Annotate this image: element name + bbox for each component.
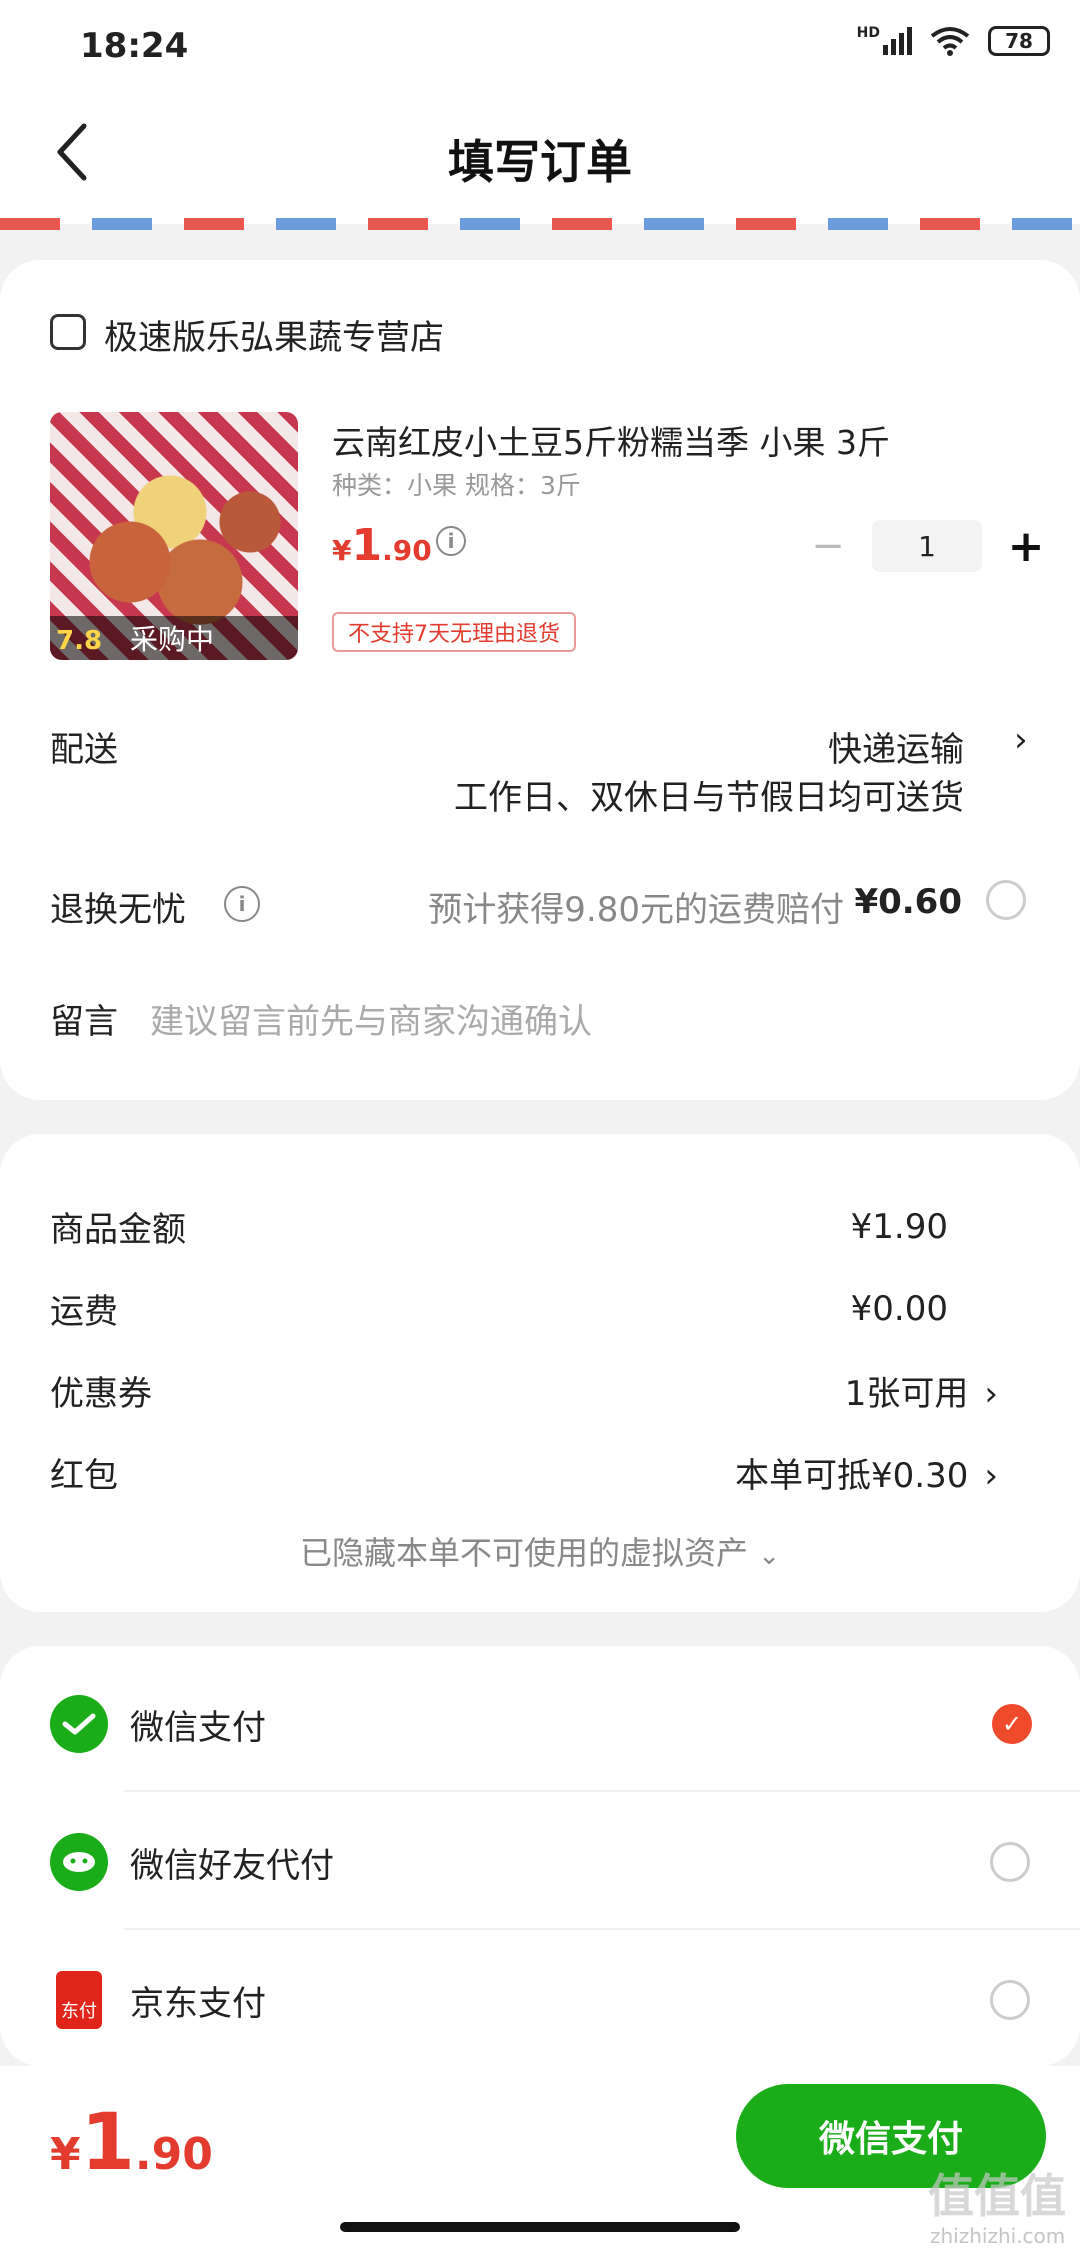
return-service-price: ¥0.60 [854, 882, 962, 922]
envelope-border [0, 218, 1080, 230]
price-symbol: ¥ [332, 534, 352, 567]
goods-amount-row: 商品金额 ¥1.90 [50, 1202, 998, 1251]
price-dec: .90 [382, 534, 432, 567]
wechat-friend-pay-radio[interactable] [990, 1842, 1030, 1882]
hidden-assets-text: 已隐藏本单不可使用的虚拟资产 [300, 1534, 749, 1572]
total-dec: .90 [134, 2129, 213, 2180]
coupon-row[interactable]: 优惠券 1张可用 › [50, 1366, 998, 1415]
product-spec: 种类：小果 规格：3斤 [332, 471, 581, 500]
redpacket-row[interactable]: 红包 本单可抵¥0.30 › [50, 1448, 998, 1497]
jd-pay-icon-text: 东付 [61, 2001, 97, 2022]
chevron-down-icon: ⌄ [758, 1541, 780, 1571]
payment-divider [124, 1928, 1080, 1930]
redpacket-label: 红包 [50, 1456, 118, 1496]
no-return-badge: 不支持7天无理由退货 [332, 612, 576, 652]
jd-pay-label: 京东支付 [130, 1983, 266, 2024]
goods-amount-label: 商品金额 [50, 1210, 186, 1250]
return-service-radio[interactable] [986, 880, 1026, 920]
payment-divider [124, 1790, 1080, 1792]
wechat-friend-pay-label: 微信好友代付 [130, 1845, 334, 1886]
shop-name[interactable]: 极速版乐弘果蔬专营店 [104, 310, 444, 359]
battery-level: 78 [1005, 29, 1033, 53]
order-card [0, 260, 1080, 1100]
shipping-label: 运费 [50, 1292, 118, 1332]
message-input[interactable]: 建议留言前先与商家沟通确认 [150, 994, 592, 1043]
payment-option-jd[interactable]: 东付 京东支付 [50, 1960, 1030, 2040]
total-int: 1 [80, 2098, 135, 2188]
wechat-pay-radio[interactable]: ✓ [992, 1704, 1032, 1744]
quantity-field[interactable]: 1 [872, 520, 982, 572]
watermark-sub: zhizhizhi.com [930, 2224, 1066, 2248]
system-icons: HD 78 [856, 25, 1050, 56]
quantity-stepper: − 1 + [808, 520, 1046, 572]
wifi-icon [930, 27, 970, 56]
wechat-pay-icon [50, 1695, 108, 1753]
hidden-assets-toggle[interactable]: 已隐藏本单不可使用的虚拟资产 ⌄ [0, 1528, 1080, 1574]
page-title: 填写订单 [448, 135, 632, 189]
coupon-chevron-icon: › [984, 1374, 998, 1414]
product-image[interactable]: 7.8 采购中 [50, 412, 298, 660]
thumb-price: 7.8 [56, 626, 103, 656]
home-indicator[interactable] [340, 2222, 740, 2232]
product-name[interactable]: 云南红皮小土豆5斤粉糯当季 小果 3斤 [332, 416, 890, 464]
shop-icon [50, 314, 86, 350]
payment-option-wechat[interactable]: 微信支付 ✓ [50, 1684, 1032, 1764]
redpacket-value: 本单可抵¥0.30 [735, 1456, 969, 1496]
jd-pay-icon: 东付 [56, 1971, 102, 2029]
jd-pay-radio[interactable] [990, 1980, 1030, 2020]
wechat-pay-label: 微信支付 [130, 1707, 266, 1748]
return-service-label: 退换无忧 [50, 890, 186, 930]
goods-amount-value: ¥1.90 [850, 1206, 948, 1247]
delivery-value[interactable]: 快递运输 [828, 722, 964, 771]
total-symbol: ¥ [50, 2129, 81, 2180]
watermark: 值值值 [928, 2169, 1066, 2223]
redpacket-chevron-icon: › [984, 1456, 998, 1496]
thumb-tag: 采购中 [130, 623, 215, 656]
return-info-icon[interactable]: i [224, 886, 260, 922]
increase-button[interactable]: + [1006, 521, 1046, 572]
shipping-row: 运费 ¥0.00 [50, 1284, 998, 1333]
network-type: HD [856, 25, 880, 41]
shipping-value: ¥0.00 [850, 1288, 948, 1329]
delivery-sub: 工作日、双休日与节假日均可送货 [454, 778, 964, 818]
delivery-chevron-icon[interactable]: › [1014, 720, 1028, 760]
product-price: ¥1.90 [332, 520, 432, 571]
return-service-text: 预计获得9.80元的运费赔付 [428, 890, 844, 930]
status-time: 18:24 [80, 26, 189, 66]
coupon-label: 优惠券 [50, 1374, 152, 1414]
price-info-icon[interactable]: i [436, 526, 466, 556]
coupon-value: 1张可用 [844, 1374, 969, 1414]
wechat-friend-pay-icon [50, 1833, 108, 1891]
signal-icon: HD [856, 25, 912, 55]
payment-option-friend[interactable]: 微信好友代付 [50, 1822, 1030, 1902]
price-int: 1 [351, 520, 383, 571]
decrease-button[interactable]: − [808, 523, 848, 569]
message-label: 留言 [50, 1002, 118, 1042]
battery-icon: 78 [988, 26, 1050, 56]
total-price: ¥1.90 [50, 2098, 213, 2188]
delivery-label: 配送 [50, 730, 118, 770]
